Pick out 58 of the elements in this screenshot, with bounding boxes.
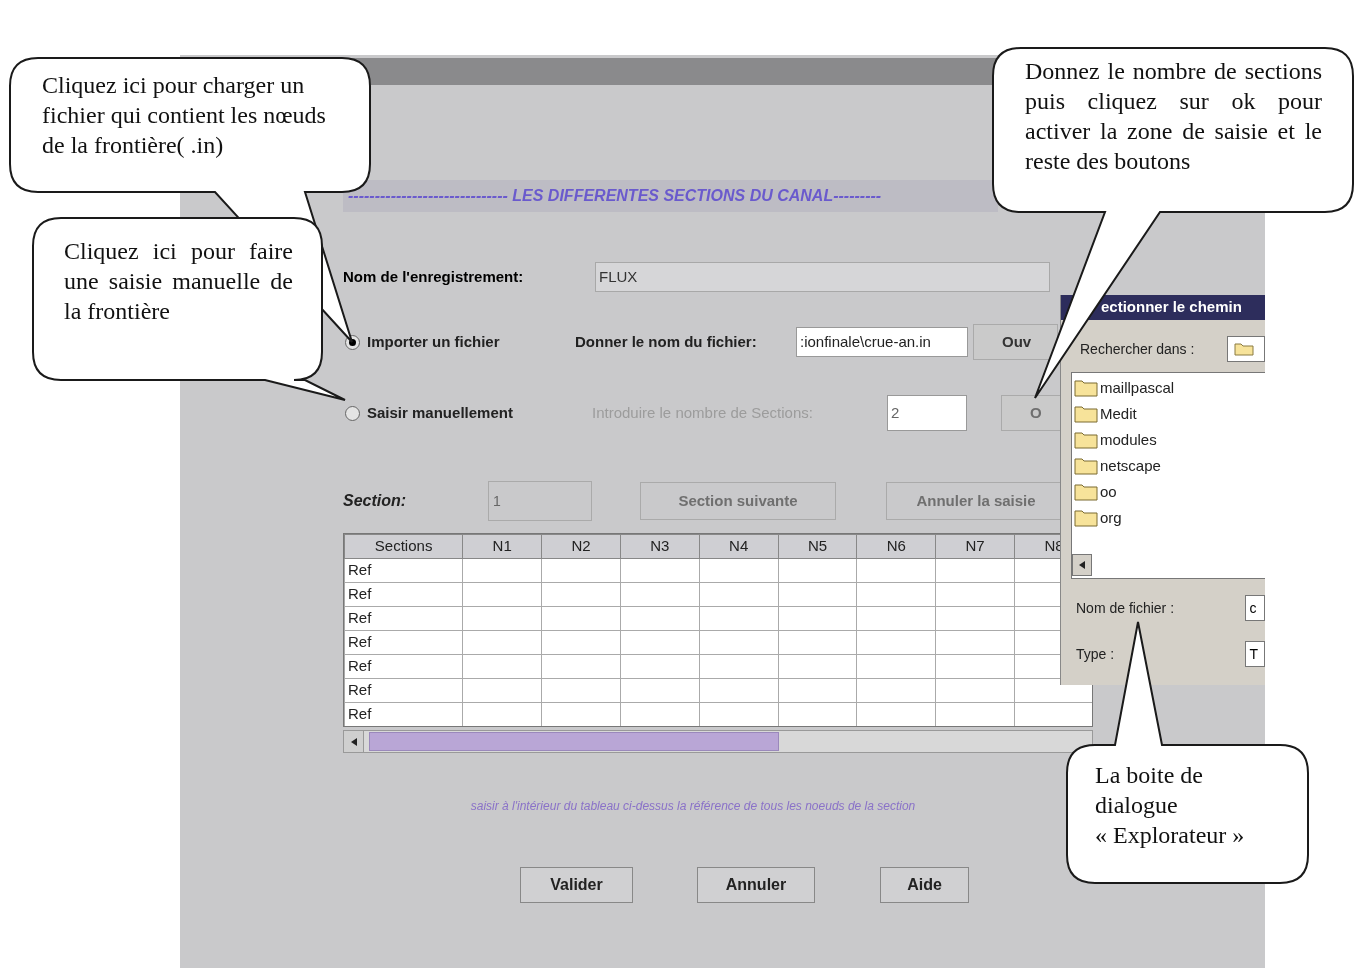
file-name-field[interactable]: c [1245,595,1265,621]
folder-icon [1074,405,1098,423]
radio-label: Importer un fichier [367,331,501,352]
folder-icon [1074,457,1098,475]
field-label: Donner le nom du fichier: [575,331,758,352]
folder-item[interactable]: netscape [1100,454,1161,478]
scroll-left-button[interactable] [344,731,364,752]
column-header[interactable]: N6 [856,534,936,559]
field-label: Rechercher dans : [1080,339,1196,359]
callout-text: La boite de dialogue « Explorateur » [1095,761,1246,850]
callout-text: Donnez le nombre de sections puis cliquez sur ok pour activer la zone de saisie et le reste des boutons [1025,57,1322,176]
field-label: Section: [343,491,408,511]
callout-text: Cliquez ici pour charger un fichier qui contient les nœuds de la frontière( .in) [42,71,327,160]
file-list[interactable]: maillpascal Medit modules netscape oo org [1071,372,1265,579]
folder-icon [1074,509,1098,527]
table-cell: Ref [344,582,463,607]
folder-icon [1074,431,1098,449]
text-field[interactable]: :ionfinale\crue-an.in [796,327,968,357]
field-label: Type : [1076,644,1116,664]
left-arrow-icon [350,737,357,746]
table-cell: Ref [344,630,463,655]
column-header[interactable]: N4 [699,534,779,559]
scroll-left-button[interactable] [1072,554,1092,576]
callout-text: Cliquez ici pour faire une saisie manuelle de la frontière [64,237,293,326]
button[interactable]: Annuler [697,867,815,903]
field-label: Nom de fichier : [1076,598,1176,618]
column-header[interactable]: N1 [462,534,542,559]
column-header[interactable]: N5 [778,534,857,559]
field-label: Nom de l'enregistrement: [343,266,525,287]
table-cell: Ref [344,702,463,726]
folder-item[interactable]: modules [1100,428,1157,452]
text-field[interactable]: FLUX [595,262,1050,292]
folder-item[interactable]: maillpascal [1100,376,1175,400]
instruction-text: saisir à l'intérieur du tableau ci-dessus la référence de tous les noeuds de la section [470,798,916,815]
folder-item[interactable]: Medit [1100,402,1137,426]
horizontal-scrollbar[interactable] [343,730,1093,753]
folder-item[interactable]: oo [1100,480,1117,504]
file-type-dropdown[interactable]: T [1245,641,1265,667]
column-header[interactable]: N7 [935,534,1015,559]
table-cell: Ref [344,558,463,583]
button[interactable]: Aide [880,867,969,903]
folder-dropdown[interactable] [1226,336,1265,362]
left-arrow-icon [1079,561,1085,569]
column-header[interactable]: N3 [620,534,700,559]
column-header[interactable]: N2 [541,534,621,559]
button[interactable]: Valider [520,867,633,903]
folder-icon [1074,379,1098,397]
section-heading: ------------------------------ LES DIFFERENTES SECTIONS DU CANAL--------- [348,186,882,206]
column-header[interactable]: Sections [344,534,463,559]
table-cell: Ref [344,654,463,679]
folder-item[interactable]: org [1100,506,1122,530]
table-cell: Ref [344,606,463,631]
scrollbar-thumb[interactable] [369,732,779,751]
folder-icon [1074,483,1098,501]
radio-label: Saisir manuellement [367,402,514,423]
button[interactable]: Ouv [973,324,1058,360]
folder-icon [1233,342,1254,356]
table-cell: Ref [344,678,463,703]
